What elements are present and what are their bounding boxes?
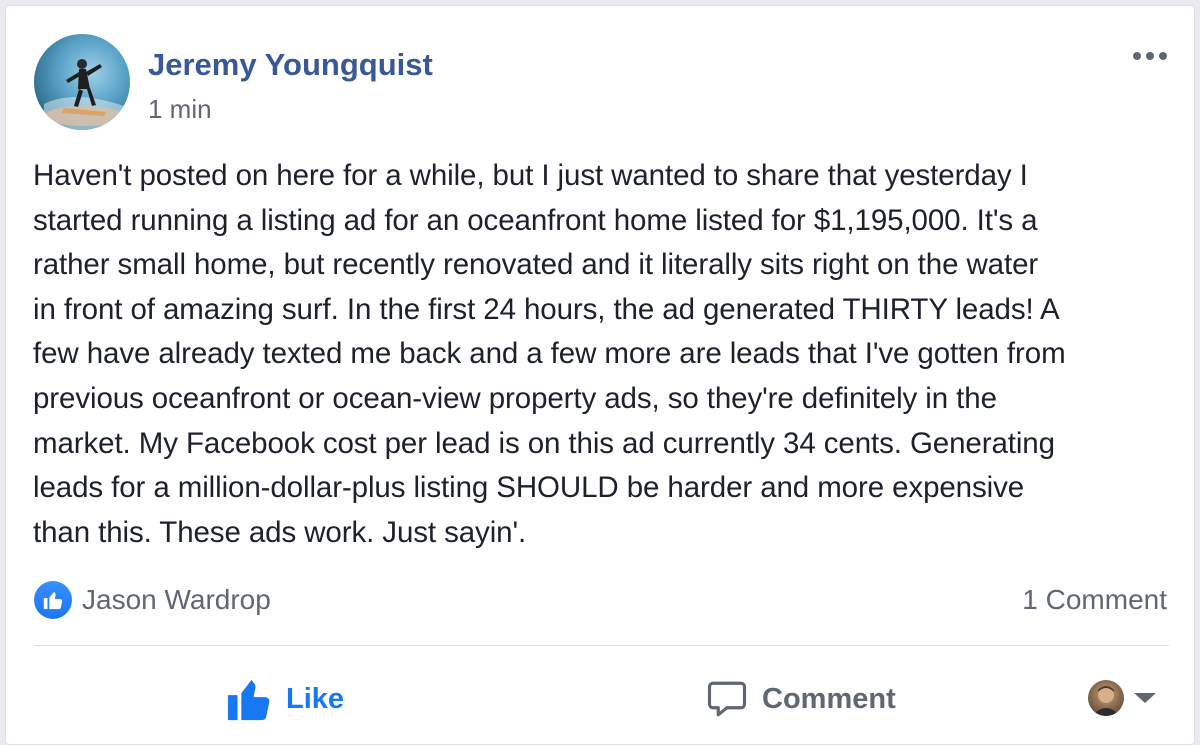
surfer-image — [44, 59, 124, 130]
post-as-selector[interactable] — [1088, 678, 1156, 718]
divider — [34, 645, 1169, 646]
speech-bubble-icon — [707, 681, 747, 717]
comment-button[interactable]: Comment — [706, 674, 896, 724]
thumbs-up-icon — [34, 581, 72, 619]
post-card: Jeremy Youngquist 1 min Haven't posted o… — [5, 5, 1195, 745]
comment-count[interactable]: 1 Comment — [1022, 584, 1167, 616]
author-name[interactable]: Jeremy Youngquist — [148, 47, 433, 83]
thumbs-up-icon — [227, 679, 270, 721]
like-label: Like — [286, 682, 345, 715]
like-button[interactable]: Like — [226, 674, 344, 724]
reactor-name[interactable]: Jason Wardrop — [82, 584, 271, 616]
post-body: Haven't posted on here for a while, but … — [33, 159, 1066, 549]
comment-label: Comment — [762, 682, 896, 715]
post-timestamp[interactable]: 1 min — [148, 94, 212, 125]
reactions-summary[interactable]: Jason Wardrop — [34, 580, 271, 620]
post-header: Jeremy Youngquist 1 min — [34, 34, 1167, 134]
more-options-icon[interactable] — [1128, 44, 1172, 68]
author-avatar[interactable] — [34, 34, 130, 130]
viewer-avatar — [1088, 680, 1124, 716]
caret-down-icon — [1134, 693, 1156, 703]
